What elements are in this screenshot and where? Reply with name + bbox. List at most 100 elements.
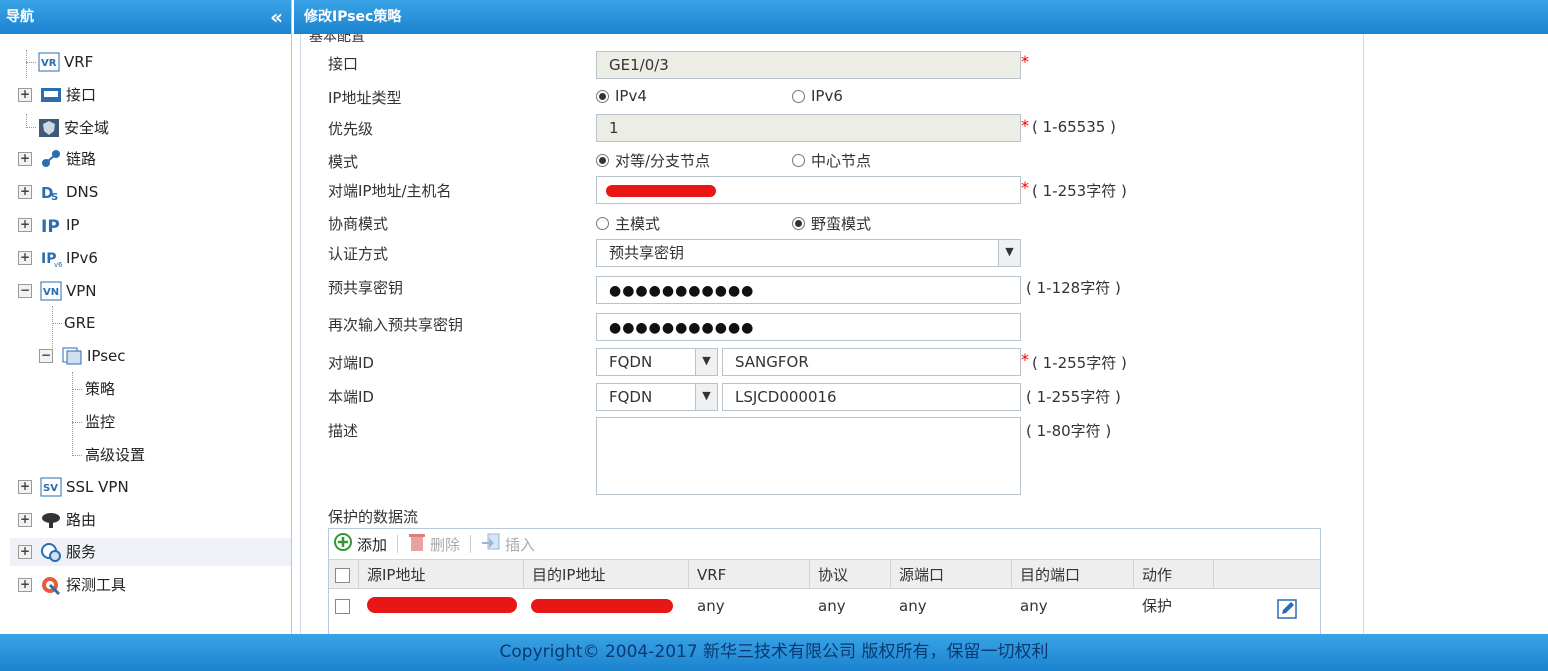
- expand-icon[interactable]: +: [18, 185, 32, 199]
- desc-textarea[interactable]: [596, 417, 1021, 495]
- nav-item-interface[interactable]: + 接口: [18, 81, 96, 109]
- nav-item-vpn[interactable]: − VN VPN: [18, 277, 97, 305]
- dns-icon: DS: [40, 182, 62, 203]
- column-header[interactable]: 动作: [1134, 560, 1214, 588]
- expand-icon[interactable]: +: [18, 578, 32, 592]
- radio-selected-icon: [596, 89, 609, 103]
- expand-icon[interactable]: +: [18, 218, 32, 232]
- psk-input[interactable]: ●●●●●●●●●●●: [596, 276, 1021, 304]
- toolbar-divider: [470, 535, 472, 553]
- redaction-mark: [367, 597, 517, 613]
- tree-line: [26, 114, 27, 128]
- edit-icon[interactable]: [1277, 599, 1297, 623]
- ip-icon: IP: [40, 215, 62, 237]
- collapse-icon[interactable]: −: [18, 284, 32, 298]
- collapse-icon[interactable]: −: [39, 349, 53, 363]
- column-header[interactable]: 目的端口: [1012, 560, 1134, 588]
- required-mark: *: [1021, 116, 1029, 135]
- nav-item-ipv6[interactable]: + IP v6 IPv6: [18, 244, 98, 272]
- interface-icon: [40, 85, 62, 105]
- select-all-cell: [329, 560, 359, 588]
- tree-line: [72, 389, 82, 390]
- radio-unselected-icon: [792, 154, 805, 167]
- add-button[interactable]: 添加: [333, 532, 387, 556]
- svg-text:VN: VN: [43, 287, 59, 298]
- nav-item-monitor[interactable]: 监控: [85, 408, 115, 436]
- insert-icon: [481, 532, 501, 556]
- nav-item-link[interactable]: + 链路: [18, 145, 96, 173]
- cell-protocol: any: [818, 597, 846, 615]
- nav-item-routing[interactable]: + 路由: [18, 506, 96, 534]
- radio-unselected-icon: [792, 89, 805, 103]
- psk-confirm-label: 再次输入预共享密钥: [328, 316, 464, 334]
- local-id-type-select[interactable]: FQDN ▼: [596, 383, 718, 411]
- nav-header: 导航 «: [0, 0, 291, 34]
- chevron-down-icon[interactable]: ▼: [998, 240, 1020, 266]
- expand-icon[interactable]: +: [18, 480, 32, 494]
- link-icon: [40, 149, 62, 169]
- table-row[interactable]: any any any any 保护: [329, 589, 1320, 623]
- column-header[interactable]: 源端口: [891, 560, 1012, 588]
- nav-item-policy[interactable]: 策略: [85, 375, 115, 403]
- cell-vrf: any: [697, 597, 725, 615]
- row-select-cell: [329, 589, 359, 623]
- svg-text:VR: VR: [41, 58, 57, 69]
- trash-icon: [408, 532, 426, 556]
- select-all-checkbox[interactable]: [335, 568, 350, 583]
- psk-confirm-input[interactable]: ●●●●●●●●●●●: [596, 313, 1021, 341]
- service-icon: [40, 542, 62, 562]
- redaction-mark: [606, 185, 716, 197]
- main-mode-radio[interactable]: 主模式: [596, 213, 660, 234]
- peer-id-hint: ( 1-255字符 ): [1032, 354, 1127, 372]
- ipv6-radio[interactable]: IPv6: [792, 87, 843, 105]
- required-mark: *: [1021, 52, 1029, 71]
- tree-line: [26, 50, 27, 78]
- row-checkbox[interactable]: [335, 599, 350, 614]
- chevron-down-icon[interactable]: ▼: [695, 384, 717, 410]
- nav-item-diagnostic-tools[interactable]: + 探测工具: [18, 571, 126, 599]
- navigation-panel: 导航 « VR VRF + 接口 安全域 + 链路 + D S DNS + IP…: [0, 0, 292, 634]
- radio-unselected-icon: [596, 217, 609, 230]
- column-header[interactable]: 目的IP地址: [524, 560, 689, 588]
- probe-icon: [40, 575, 62, 596]
- nav-item-vrf[interactable]: VR VRF: [38, 48, 93, 76]
- expand-icon[interactable]: +: [18, 88, 32, 102]
- vrf-icon: VR: [38, 52, 60, 72]
- desc-label: 描述: [328, 422, 359, 440]
- expand-icon[interactable]: +: [18, 545, 32, 559]
- column-header[interactable]: 协议: [810, 560, 891, 588]
- column-header[interactable]: 源IP地址: [359, 560, 524, 588]
- auth-select[interactable]: 预共享密钥 ▼: [596, 239, 1021, 267]
- aggressive-mode-radio[interactable]: 野蛮模式: [792, 213, 871, 234]
- ip-type-label: IP地址类型: [328, 89, 402, 107]
- expand-icon[interactable]: +: [18, 152, 32, 166]
- svg-text:S: S: [51, 192, 58, 202]
- peer-branch-radio[interactable]: 对等/分支节点: [596, 150, 710, 171]
- local-id-input[interactable]: LSJCD000016: [722, 383, 1021, 411]
- nav-item-service[interactable]: + 服务: [10, 538, 291, 566]
- nav-item-dns[interactable]: + DS DNS: [18, 178, 98, 206]
- collapse-nav-icon[interactable]: «: [270, 0, 283, 34]
- grid-header: 源IP地址 目的IP地址 VRF 协议 源端口 目的端口 动作: [329, 559, 1320, 589]
- expand-icon[interactable]: +: [18, 251, 32, 265]
- nav-item-security-zone[interactable]: 安全域: [38, 114, 109, 142]
- nav-item-advanced[interactable]: 高级设置: [85, 441, 145, 469]
- nav-item-gre[interactable]: GRE: [64, 309, 96, 337]
- nav-item-ipsec[interactable]: − IPsec: [39, 342, 126, 370]
- add-icon: [333, 532, 353, 556]
- nav-item-ip[interactable]: + IP IP: [18, 211, 79, 239]
- insert-button[interactable]: 插入: [481, 532, 535, 556]
- expand-icon[interactable]: +: [18, 513, 32, 527]
- column-header[interactable]: VRF: [689, 560, 810, 588]
- peer-id-type-select[interactable]: FQDN ▼: [596, 348, 718, 376]
- nav-item-ssl-vpn[interactable]: + SV SSL VPN: [18, 473, 129, 501]
- tree-line: [72, 455, 82, 456]
- ipv4-radio[interactable]: IPv4: [596, 87, 647, 105]
- center-node-radio[interactable]: 中心节点: [792, 150, 871, 171]
- chevron-down-icon[interactable]: ▼: [695, 349, 717, 375]
- tree-line: [52, 323, 62, 324]
- delete-button[interactable]: 删除: [408, 532, 460, 556]
- section-title: 基本配置: [309, 34, 365, 45]
- peer-id-input[interactable]: SANGFOR: [722, 348, 1021, 376]
- ssl-vpn-icon: SV: [40, 477, 62, 497]
